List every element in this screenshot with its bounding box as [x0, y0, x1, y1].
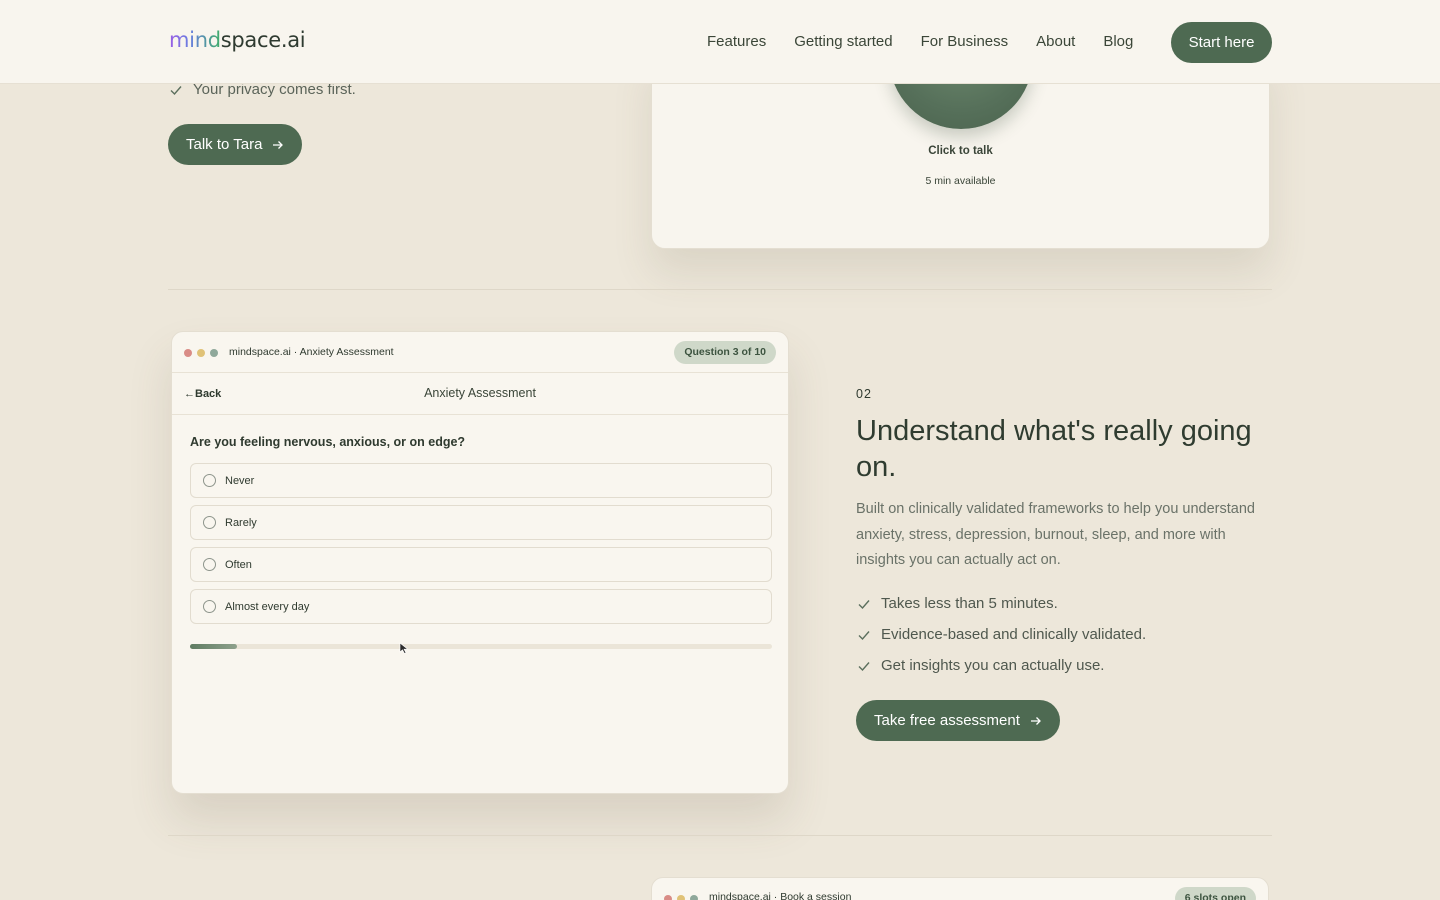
answer-label: Almost every day: [225, 600, 310, 613]
radio-icon: [203, 600, 216, 613]
nav-link-getting-started[interactable]: Getting started: [794, 33, 892, 50]
check-icon: [858, 661, 870, 671]
window-controls: [184, 349, 218, 357]
nav-link-features[interactable]: Features: [707, 33, 766, 50]
answer-option-rarely[interactable]: Rarely: [190, 505, 772, 540]
logo-prefix: mind: [169, 28, 221, 52]
check-icon: [858, 630, 870, 640]
feature-check-text: Evidence-based and clinically validated.: [881, 626, 1147, 643]
assessment-title: Anxiety Assessment: [424, 386, 536, 400]
question-text: Are you feeling nervous, anxious, or on …: [190, 435, 466, 449]
answer-label: Rarely: [225, 516, 257, 529]
answer-option-almost-every-day[interactable]: Almost every day: [190, 589, 772, 624]
window-title: mindspace.ai · Anxiety Assessment: [229, 346, 394, 358]
click-to-talk-label: Click to talk: [928, 145, 993, 157]
answer-option-never[interactable]: Never: [190, 463, 772, 498]
window-title: mindspace.ai · Book a session: [709, 891, 852, 900]
nav-link-about[interactable]: About: [1036, 33, 1075, 50]
window-controls: [664, 895, 698, 900]
assessment-progress-bar: [190, 644, 772, 649]
window-title-bar: mindspace.ai · Anxiety Assessment Questi…: [172, 332, 788, 373]
window-dot-green: [210, 349, 218, 357]
window-dot-red: [664, 895, 672, 900]
start-here-button[interactable]: Start here: [1171, 22, 1272, 63]
nav-link-for-business[interactable]: For Business: [921, 33, 1009, 50]
take-free-assessment-button[interactable]: Take free assessment: [856, 700, 1060, 741]
mouse-cursor-icon: [399, 642, 409, 654]
minutes-available-label: 5 min available: [925, 175, 996, 187]
check-icon: [858, 599, 870, 609]
top-navigation: mindspace.ai Features Getting started Fo…: [0, 0, 1440, 84]
progress-fill: [190, 644, 237, 649]
answer-label: Often: [225, 558, 252, 571]
logo[interactable]: mindspace.ai: [169, 28, 306, 56]
arrow-right-icon: [273, 140, 284, 149]
section-divider: [168, 835, 1272, 836]
assessment-header: ←Back Anxiety Assessment: [172, 373, 788, 415]
take-assessment-label: Take free assessment: [874, 712, 1020, 729]
section-divider: [168, 289, 1272, 290]
talk-to-tara-label: Talk to Tara: [186, 136, 263, 153]
answer-label: Never: [225, 474, 255, 487]
booking-window: mindspace.ai · Book a session 6 slots op…: [651, 877, 1269, 900]
feature-check-item: Get insights you can actually use.: [857, 657, 1104, 674]
radio-icon: [203, 558, 216, 571]
slots-open-badge: 6 slots open: [1174, 887, 1256, 900]
feature-check-text: Get insights you can actually use.: [881, 657, 1105, 674]
assessment-window: mindspace.ai · Anxiety Assessment Questi…: [171, 331, 789, 794]
feature-check-item: Evidence-based and clinically validated.: [857, 626, 1146, 643]
arrow-right-icon: [1030, 716, 1041, 725]
logo-suffix: space.ai: [220, 28, 306, 52]
window-dot-yellow: [197, 349, 205, 357]
feature-check-item: Takes less than 5 minutes.: [857, 595, 1058, 612]
window-dot-yellow: [677, 895, 685, 900]
feature-check-text: Takes less than 5 minutes.: [881, 595, 1058, 612]
radio-icon: [203, 516, 216, 529]
nav-link-blog[interactable]: Blog: [1103, 33, 1133, 50]
check-icon: [170, 85, 182, 95]
window-dot-red: [184, 349, 192, 357]
question-progress-badge: Question 3 of 10: [674, 341, 776, 364]
step-number: 02: [856, 387, 872, 401]
talk-to-tara-button[interactable]: Talk to Tara: [168, 124, 303, 165]
feature-description: Built on clinically validated frameworks…: [856, 501, 1255, 568]
window-dot-green: [690, 895, 698, 900]
answer-option-often[interactable]: Often: [190, 547, 772, 582]
radio-icon: [203, 474, 216, 487]
feature-title: Understand what's really going on.: [856, 415, 1252, 483]
nav-links: Features Getting started For Business Ab…: [707, 33, 1133, 50]
